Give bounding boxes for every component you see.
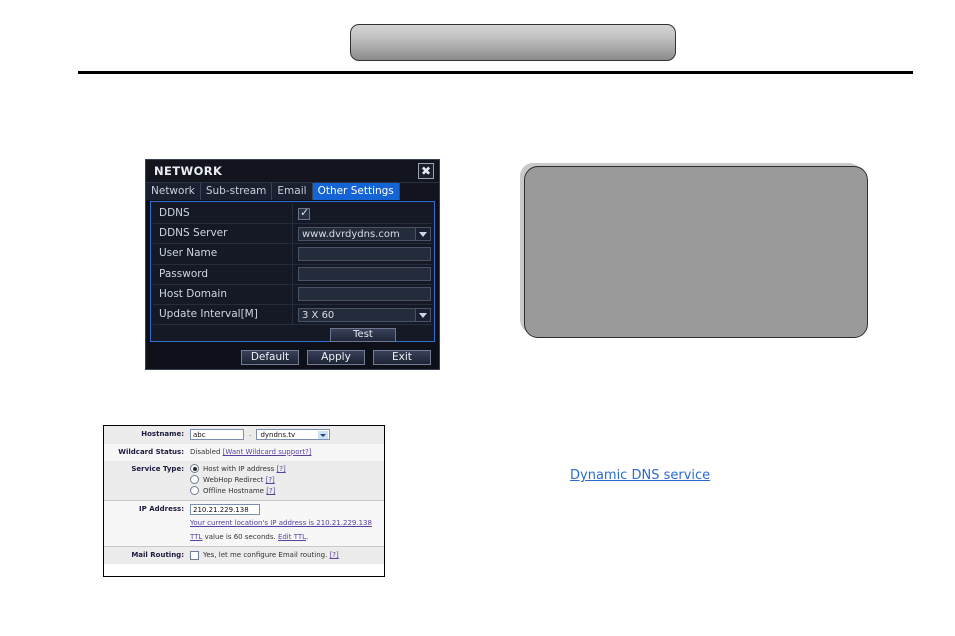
row-ddns-server: DDNS Server www.dvrdydns.com (153, 224, 432, 245)
service-type-option-label: Offline Hostname (203, 486, 264, 495)
help-icon[interactable]: [?] (277, 465, 286, 473)
hostname-label: Hostname: (141, 430, 184, 438)
service-type-option-webhop-redirect[interactable]: WebHop Redirect [?] (190, 475, 384, 486)
row-user-name: User Name (153, 244, 432, 265)
password-label: Password (153, 264, 293, 284)
dyndns-account-form: Hostname: abc . dyndns.tv Wildcard Statu… (103, 425, 385, 577)
other-settings-form: DDNS DDNS Server www.dvrdydns.com User N… (150, 201, 435, 342)
callout-placeholder-box (524, 166, 868, 338)
tab-other-settings[interactable]: Other Settings (312, 183, 400, 200)
radio-webhop-redirect[interactable] (190, 475, 199, 484)
ip-address-row: IP Address: 210.21.229.138 Your current … (104, 499, 384, 546)
host-domain-label: Host Domain (153, 284, 293, 304)
mail-routing-row: Mail Routing: Yes, let me configure Emai… (104, 546, 384, 564)
row-password: Password (153, 264, 432, 285)
dialog-footer: Default Apply Exit (146, 345, 439, 369)
help-icon[interactable]: [?] (330, 551, 339, 559)
service-type-option-label: WebHop Redirect (203, 475, 264, 484)
dialog-tabs: Network Sub-stream Email Other Settings (146, 183, 439, 200)
hostname-domain-value: dyndns.tv (260, 431, 296, 439)
password-input[interactable] (298, 267, 431, 282)
ip-address-value: 210.21.229.138 Your current location's I… (190, 503, 384, 544)
mail-routing-label: Mail Routing: (131, 551, 184, 559)
mail-routing-text: Yes, let me configure Email routing. (203, 551, 328, 559)
network-settings-dialog: NETWORK ✖ Network Sub-stream Email Other… (145, 159, 440, 370)
ip-address-input[interactable]: 210.21.229.138 (190, 503, 260, 515)
wildcard-status-row: Wildcard Status: Disabled [Want Wildcard… (104, 443, 384, 461)
hostname-domain-select[interactable]: dyndns.tv (256, 429, 331, 440)
update-interval-select[interactable]: 3 X 60 (298, 307, 431, 322)
test-button[interactable]: Test (330, 327, 396, 342)
ddns-server-value: www.dvrdydns.com (302, 228, 400, 240)
user-name-input[interactable] (298, 246, 431, 261)
chevron-down-icon (415, 308, 430, 321)
page-header-placeholder-bar (350, 24, 676, 61)
ddns-server-field: www.dvrdydns.com (293, 224, 432, 243)
ddns-label: DDNS (153, 204, 293, 224)
service-type-option-label: Host with IP address (203, 464, 275, 473)
mail-routing-checkbox[interactable] (190, 550, 199, 560)
ddns-server-select[interactable]: www.dvrdydns.com (298, 226, 431, 241)
service-type-option-host-with-ip[interactable]: Host with IP address [?] (190, 464, 384, 475)
current-ip-line: Your current location's IP address is 21… (190, 518, 384, 529)
exit-button[interactable]: Exit (373, 349, 431, 365)
row-test: Test (153, 325, 432, 344)
page-header-divider (78, 71, 913, 74)
host-domain-field (293, 285, 432, 304)
want-wildcard-support-link[interactable]: [Want Wildcard support?] (223, 448, 312, 456)
hostname-input[interactable]: abc (190, 429, 244, 440)
service-type-label: Service Type: (131, 464, 184, 473)
radio-host-with-ip[interactable] (190, 464, 199, 473)
tab-network[interactable]: Network (146, 183, 201, 200)
test-field: Test (293, 325, 432, 344)
default-button[interactable]: Default (241, 349, 299, 365)
radio-offline-hostname[interactable] (190, 486, 199, 495)
ttl-tail: . (306, 533, 309, 541)
row-host-domain: Host Domain (153, 284, 432, 305)
service-type-row: Service Type: Host with IP address [?] W… (104, 460, 384, 500)
mail-routing-value: Yes, let me configure Email routing. [?] (190, 550, 384, 561)
ddns-server-label: DDNS Server (153, 224, 293, 244)
tab-email[interactable]: Email (272, 183, 313, 200)
service-type-option-offline-hostname[interactable]: Offline Hostname [?] (190, 486, 384, 497)
ip-address-label: IP Address: (139, 504, 184, 513)
wildcard-status-label: Wildcard Status: (118, 447, 184, 456)
ip-address-input-wrap: 210.21.229.138 (190, 503, 384, 516)
page-title: NETWORK (154, 164, 223, 178)
ttl-text: value is 60 seconds. (202, 533, 278, 541)
close-icon[interactable]: ✖ (418, 163, 434, 179)
hostname-dot-separator: . (249, 430, 252, 438)
row-ddns: DDNS (153, 204, 432, 225)
edit-ttl-link[interactable]: Edit TTL (278, 533, 306, 541)
wildcard-status-text: Disabled (190, 447, 221, 456)
hostname-row: Hostname: abc . dyndns.tv (104, 426, 384, 444)
update-interval-value: 3 X 60 (302, 309, 335, 321)
ttl-line: TTL value is 60 seconds. Edit TTL. (190, 532, 384, 543)
apply-button[interactable]: Apply (307, 349, 365, 365)
help-icon[interactable]: [?] (266, 487, 275, 495)
chevron-down-icon (415, 227, 430, 240)
row-update-interval: Update Interval[M] 3 X 60 (153, 305, 432, 326)
user-name-label: User Name (153, 244, 293, 264)
chevron-down-icon (318, 431, 329, 439)
service-type-options: Host with IP address [?] WebHop Redirect… (190, 464, 384, 497)
current-ip-link[interactable]: Your current location's IP address is 21… (190, 519, 372, 527)
password-field (293, 265, 432, 284)
help-icon[interactable]: [?] (266, 476, 275, 484)
user-name-field (293, 244, 432, 263)
tab-sub-stream[interactable]: Sub-stream (200, 183, 273, 200)
dialog-titlebar: NETWORK ✖ (146, 160, 439, 183)
ttl-link[interactable]: TTL (190, 533, 202, 541)
ddns-checkbox[interactable] (298, 206, 310, 220)
host-domain-input[interactable] (298, 287, 431, 302)
ddns-field (293, 204, 432, 223)
wildcard-status-value: Disabled [Want Wildcard support?] (190, 447, 384, 458)
hostname-value: abc . dyndns.tv (190, 429, 384, 441)
tabs-filler (399, 183, 439, 200)
update-interval-label: Update Interval[M] (153, 305, 293, 325)
dynamic-dns-service-link[interactable]: Dynamic DNS service (570, 468, 710, 483)
update-interval-field: 3 X 60 (293, 305, 432, 324)
